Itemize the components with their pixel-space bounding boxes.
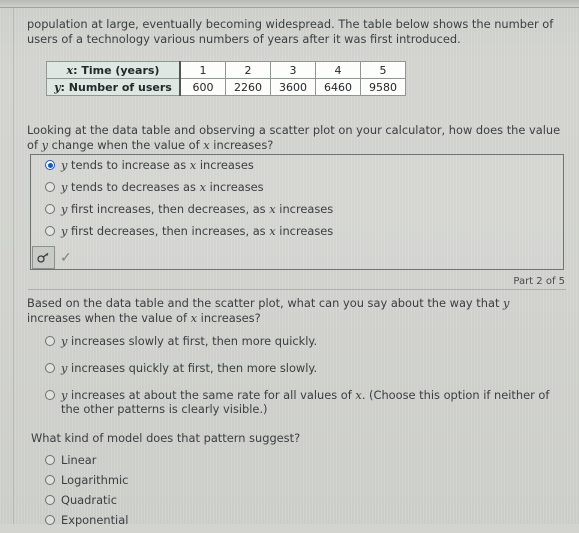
table-row: y: Number of users 600 2260 3600 6460 95… — [46, 78, 406, 96]
radio-button-icon[interactable] — [45, 204, 55, 214]
cell-y-1: 600 — [179, 78, 226, 96]
cell-x-5: 5 — [360, 61, 406, 79]
option-label: Quadratic — [61, 493, 117, 507]
intro-paragraph: population at large, eventually becoming… — [27, 17, 554, 46]
radio-button-icon[interactable] — [45, 475, 55, 485]
key-icon — [36, 252, 48, 263]
row-header-y-text: : Number of users — [60, 80, 172, 94]
question3-prompt: What kind of model does that pattern sug… — [31, 431, 301, 445]
radio-button-icon[interactable] — [45, 495, 55, 505]
worksheet-content: population at large, eventually becoming… — [0, 8, 579, 527]
radio-button-icon[interactable] — [45, 455, 55, 465]
question2-option-2[interactable]: y increases quickly at first, then more … — [45, 361, 555, 376]
radio-button-icon[interactable] — [45, 182, 55, 192]
question1-options: y tends to increase as x increases y ten… — [45, 158, 515, 246]
radio-button-icon[interactable] — [45, 226, 55, 236]
question3-option-quadratic[interactable]: Quadratic — [45, 493, 345, 508]
table-row: x: Time (years) 1 2 3 4 5 — [46, 61, 406, 79]
row-header-x-text: : Time (years) — [73, 63, 160, 77]
cell-x-3: 3 — [270, 61, 316, 79]
cell-x-4: 4 — [315, 61, 361, 79]
row-header-x: x: Time (years) — [46, 61, 181, 79]
cell-y-3: 3600 — [270, 78, 316, 96]
radio-button-icon[interactable] — [45, 390, 55, 400]
cell-x-1: 1 — [179, 61, 226, 79]
question2-options: y increases slowly at first, then more q… — [45, 334, 555, 428]
question3-option-exponential[interactable]: Exponential — [45, 513, 345, 528]
option-label: y tends to decreases as x increases — [61, 180, 264, 194]
question3-option-logarithmic[interactable]: Logarithmic — [45, 473, 345, 488]
question3-option-linear[interactable]: Linear — [45, 453, 345, 468]
data-table-container: x: Time (years) 1 2 3 4 5 y: Number of u… — [46, 61, 406, 96]
cell-y-5: 9580 — [360, 78, 406, 96]
option-label: Exponential — [61, 513, 129, 527]
radio-button-icon[interactable] — [45, 336, 55, 346]
section-divider — [28, 289, 566, 290]
radio-button-icon[interactable] — [45, 363, 55, 373]
option-label: y first increases, then decreases, as x … — [61, 202, 334, 216]
option-label: Linear — [61, 453, 97, 467]
option-label: y tends to increase as x increases — [61, 158, 254, 172]
part-label: Part 2 of 5 — [513, 276, 565, 287]
row-header-y: y: Number of users — [46, 78, 181, 96]
key-button[interactable] — [32, 246, 55, 269]
question1-option-2[interactable]: y tends to decreases as x increases — [45, 180, 515, 195]
cell-y-4: 6460 — [315, 78, 361, 96]
question1-option-1[interactable]: y tends to increase as x increases — [45, 158, 515, 173]
question2-option-3[interactable]: y increases at about the same rate for a… — [45, 388, 555, 416]
top-band — [0, 0, 579, 7]
option-label: y increases slowly at first, then more q… — [61, 334, 318, 348]
option-label: Logarithmic — [61, 473, 129, 487]
question1-prompt: Looking at the data table and observing … — [27, 123, 561, 152]
option-label: y first decreases, then increases, as x … — [61, 224, 334, 238]
question1-option-4[interactable]: y first decreases, then increases, as x … — [45, 224, 515, 239]
question2-prompt: Based on the data table and the scatter … — [27, 296, 510, 325]
question2-option-1[interactable]: y increases slowly at first, then more q… — [45, 334, 555, 349]
question3-options: Linear Logarithmic Quadratic Exponential — [45, 453, 345, 533]
option-label: y increases quickly at first, then more … — [61, 361, 318, 375]
cell-x-2: 2 — [225, 61, 271, 79]
cell-y-2: 2260 — [225, 78, 271, 96]
option-label: y increases at about the same rate for a… — [61, 388, 550, 416]
radio-button-icon[interactable] — [45, 160, 55, 170]
checkmark-icon: ✓ — [60, 249, 72, 266]
data-table: x: Time (years) 1 2 3 4 5 y: Number of u… — [46, 61, 406, 96]
question1-tool-row: ✓ — [32, 246, 72, 269]
question1-option-3[interactable]: y first increases, then decreases, as x … — [45, 202, 515, 217]
